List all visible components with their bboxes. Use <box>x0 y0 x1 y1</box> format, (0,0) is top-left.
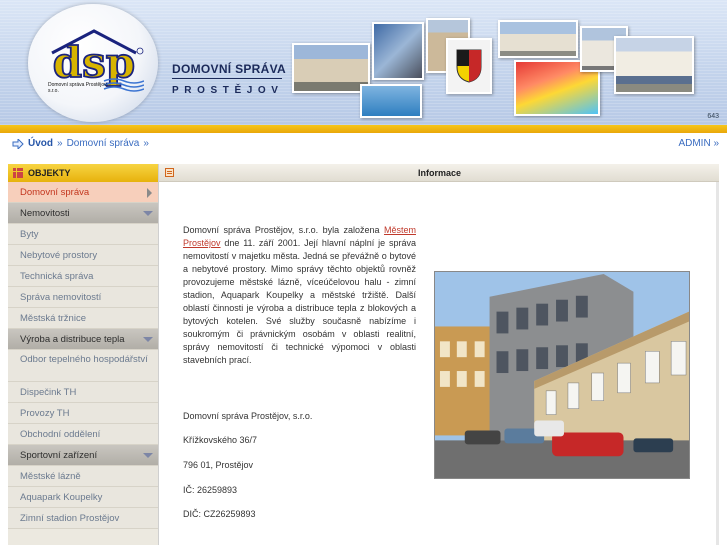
address-name: Domovní správa Prostějov, s.r.o. <box>183 411 313 421</box>
breadcrumb: Úvod » Domovní správa » <box>12 138 149 149</box>
header-accent-bar <box>0 125 727 133</box>
header-photo-square <box>498 20 578 58</box>
site-header: dsp Domovní správa Prostějov, s.r.o. DOM… <box>0 0 727 125</box>
chevron-down-icon <box>143 453 153 458</box>
breadcrumb-current-link[interactable]: Domovní správa <box>67 138 140 149</box>
building-photo <box>434 271 690 479</box>
header-photo-coat-of-arms <box>446 38 492 94</box>
coat-of-arms-icon <box>456 49 482 83</box>
sidebar-item-odbor-tepelneho-hospodarstvi[interactable]: Odbor tepelného hospodářství <box>8 350 158 382</box>
address-city: 796 01, Prostějov <box>183 460 254 470</box>
ico-number: IČ: 26259893 <box>183 485 238 495</box>
sidebar-header: OBJEKTY <box>8 164 158 182</box>
breadcrumb-separator: » <box>57 138 63 149</box>
address-street: Křížkovského 36/7 <box>183 435 258 445</box>
sidebar-item-byty[interactable]: Byty <box>8 224 158 245</box>
sidebar-item-sprava-nemovitosti[interactable]: Správa nemovitostí <box>8 287 158 308</box>
sidebar-section-sportovni-zarizeni[interactable]: Sportovní zařízení <box>8 445 158 466</box>
main-title: Informace <box>417 168 461 178</box>
breadcrumb-separator: » <box>143 138 149 149</box>
sidebar-item-mestske-lazne[interactable]: Městské lázně <box>8 466 158 487</box>
sidebar-section-vyroba-tepla[interactable]: Výroba a distribuce tepla <box>8 329 158 350</box>
sidebar-item-obchodni-oddeleni[interactable]: Obchodní oddělení <box>8 424 158 445</box>
admin-link[interactable]: ADMIN » <box>678 138 719 149</box>
company-name: DOMOVNÍ SPRÁVA <box>172 62 286 76</box>
chevron-right-icon <box>147 188 152 198</box>
sidebar-item-technicka-sprava[interactable]: Technická správa <box>8 266 158 287</box>
logo-lettering: dsp <box>53 38 135 87</box>
company-city: PROSTĚJOV <box>172 85 284 96</box>
sidebar-item-aquapark-koupelky[interactable]: Aquapark Koupelky <box>8 487 158 508</box>
sidebar-title: OBJEKTY <box>28 168 71 178</box>
chevron-down-icon <box>143 211 153 216</box>
sidebar-item-zimni-stadion[interactable]: Zimní stadion Prostějov <box>8 508 158 529</box>
grid-icon <box>13 168 23 178</box>
arrow-right-icon <box>12 138 24 149</box>
company-divider <box>172 78 282 79</box>
sidebar-section-nemovitosti[interactable]: Nemovitosti <box>8 203 158 224</box>
header-photo-building <box>292 43 370 93</box>
chevron-down-icon <box>143 337 153 342</box>
sidebar-item-mestska-trznice[interactable]: Městská tržnice <box>8 308 158 329</box>
intro-paragraph: Domovní správa Prostějov, s.r.o. byla za… <box>183 225 416 365</box>
sidebar: OBJEKTY Domovní správa Nemovitosti Byty … <box>8 164 158 545</box>
header-photo-hall <box>372 22 424 80</box>
logo-subtitle: Domovní správa Prostějov, s.r.o. <box>48 82 108 94</box>
main-header: Informace <box>159 164 719 182</box>
sidebar-item-provozy-th[interactable]: Provozy TH <box>8 403 158 424</box>
breadcrumb-bar: Úvod » Domovní správa » ADMIN » <box>0 133 727 155</box>
header-corner-text: 643 <box>707 113 719 120</box>
header-photo-shop <box>614 36 694 94</box>
main-scrollbar[interactable] <box>716 182 719 545</box>
breadcrumb-home-link[interactable]: Úvod <box>28 138 53 149</box>
main-panel: Informace Domovní správa Prostějov, s.r.… <box>158 164 719 545</box>
sidebar-item-domovni-sprava[interactable]: Domovní správa <box>8 182 158 203</box>
dic-number: DIČ: CZ26259893 <box>183 509 256 519</box>
sidebar-item-nebytove-prostory[interactable]: Nebytové prostory <box>8 245 158 266</box>
sidebar-item-dispecink-th[interactable]: Dispečink TH <box>8 382 158 403</box>
header-photo-pool <box>360 84 422 118</box>
